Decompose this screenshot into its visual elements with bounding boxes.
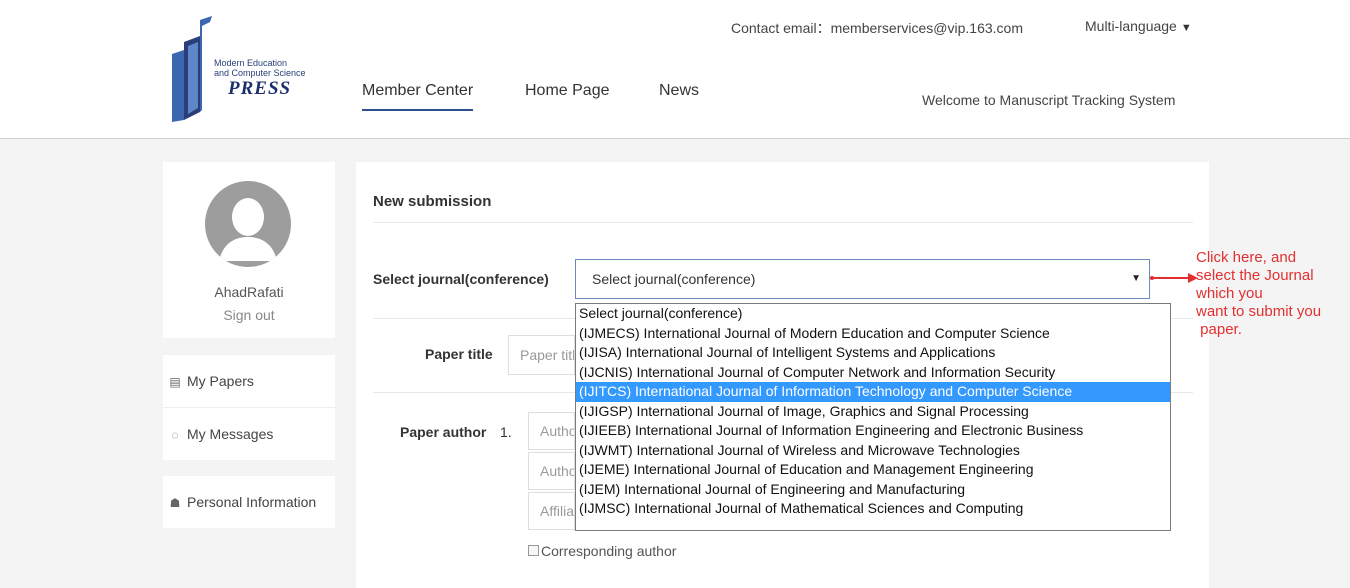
avatar xyxy=(205,181,291,267)
sidebar-menu-personal: ☗ Personal Information xyxy=(163,476,335,528)
dropdown-option[interactable]: (IJCNIS) International Journal of Comput… xyxy=(576,363,1170,383)
corresponding-author-checkbox[interactable]: Corresponding author xyxy=(528,543,676,559)
press-logo[interactable]: Modern Education and Computer Science PR… xyxy=(166,12,318,124)
journal-label: Select journal(conference) xyxy=(373,271,549,287)
annotation-arrow-icon xyxy=(1150,273,1198,283)
nav-home-page[interactable]: Home Page xyxy=(525,82,610,100)
nav-news[interactable]: News xyxy=(659,82,699,100)
caret-down-icon: ▼ xyxy=(1180,22,1192,34)
journal-dropdown-list[interactable]: Select journal(conference) (IJMECS) Inte… xyxy=(575,303,1171,531)
dropdown-arrow-icon: ▼ xyxy=(1131,273,1141,284)
corresponding-label: Corresponding author xyxy=(541,543,677,559)
sidebar-item-label: My Papers xyxy=(187,373,254,389)
user-silhouette-icon xyxy=(219,198,277,261)
annotation-line: which you xyxy=(1196,285,1263,302)
logo-line2: and Computer Science xyxy=(214,68,306,78)
sidebar-item-my-messages[interactable]: ◌ My Messages xyxy=(163,408,335,460)
person-card-icon: ☗ xyxy=(169,496,181,510)
dropdown-option-selected[interactable]: (IJITCS) International Journal of Inform… xyxy=(576,382,1170,402)
nav-member-center[interactable]: Member Center xyxy=(362,82,474,111)
language-label: Multi-language xyxy=(1085,18,1177,34)
journal-select-value: Select journal(conference) xyxy=(592,271,756,287)
annotation-line: paper. xyxy=(1196,321,1242,338)
paper-author-label: Paper author xyxy=(400,424,487,440)
author-email-input[interactable]: Author email xyxy=(528,452,575,490)
profile-card: AhadRafati Sign out xyxy=(163,162,335,338)
logo-press-text: PRESS xyxy=(228,78,292,99)
paper-title-label: Paper title xyxy=(425,346,493,362)
dropdown-option[interactable]: Select journal(conference) xyxy=(576,304,1170,324)
document-icon: ▤ xyxy=(169,375,181,389)
annotation-note: Click here, and select the Journal which… xyxy=(1196,249,1321,339)
dropdown-option[interactable]: (IJEM) International Journal of Engineer… xyxy=(576,480,1170,500)
welcome-text: Welcome to Manuscript Tracking System xyxy=(922,92,1176,108)
language-selector[interactable]: Multi-language ▼ xyxy=(1085,18,1192,34)
checkbox-icon xyxy=(528,545,539,556)
site-header: Modern Education and Computer Science PR… xyxy=(0,0,1350,139)
sidebar-item-personal-information[interactable]: ☗ Personal Information xyxy=(163,476,335,528)
dropdown-option[interactable]: (IJEME) International Journal of Educati… xyxy=(576,460,1170,480)
sidebar-menu: ▤ My Papers ◌ My Messages xyxy=(163,355,335,460)
annotation-line: select the Journal xyxy=(1196,267,1314,284)
sidebar-item-label: Personal Information xyxy=(187,494,317,510)
author-number: 1. xyxy=(500,424,512,440)
contact-email: Contact email：memberservices@vip.163.com xyxy=(731,20,1023,36)
sidebar-item-my-papers[interactable]: ▤ My Papers xyxy=(163,355,335,408)
author-name-input[interactable]: Author name xyxy=(528,412,575,450)
dropdown-option[interactable]: (IJIEEB) International Journal of Inform… xyxy=(576,421,1170,441)
dropdown-option[interactable]: (IJISA) International Journal of Intelli… xyxy=(576,343,1170,363)
annotation-line: want to submit you xyxy=(1196,303,1322,320)
paper-title-input[interactable]: Paper title xyxy=(508,335,575,375)
signout-link[interactable]: Sign out xyxy=(163,307,335,323)
dropdown-option[interactable]: (IJWMT) International Journal of Wireles… xyxy=(576,441,1170,461)
affiliation-input[interactable]: Affiliation xyxy=(528,492,575,530)
section-title: New submission xyxy=(373,193,492,210)
sidebar-item-label: My Messages xyxy=(187,426,274,442)
dropdown-option[interactable]: (IJMECS) International Journal of Modern… xyxy=(576,324,1170,344)
divider xyxy=(373,222,1193,223)
annotation-line: Click here, and xyxy=(1196,249,1297,266)
username: AhadRafati xyxy=(214,284,284,300)
journal-select[interactable]: Select journal(conference) ▼ xyxy=(575,259,1150,299)
dropdown-option[interactable]: (IJIGSP) International Journal of Image,… xyxy=(576,402,1170,422)
chat-bubble-icon: ◌ xyxy=(171,428,179,442)
dropdown-option[interactable]: (IJMSC) International Journal of Mathema… xyxy=(576,499,1170,519)
logo-line1: Modern Education xyxy=(214,58,288,68)
